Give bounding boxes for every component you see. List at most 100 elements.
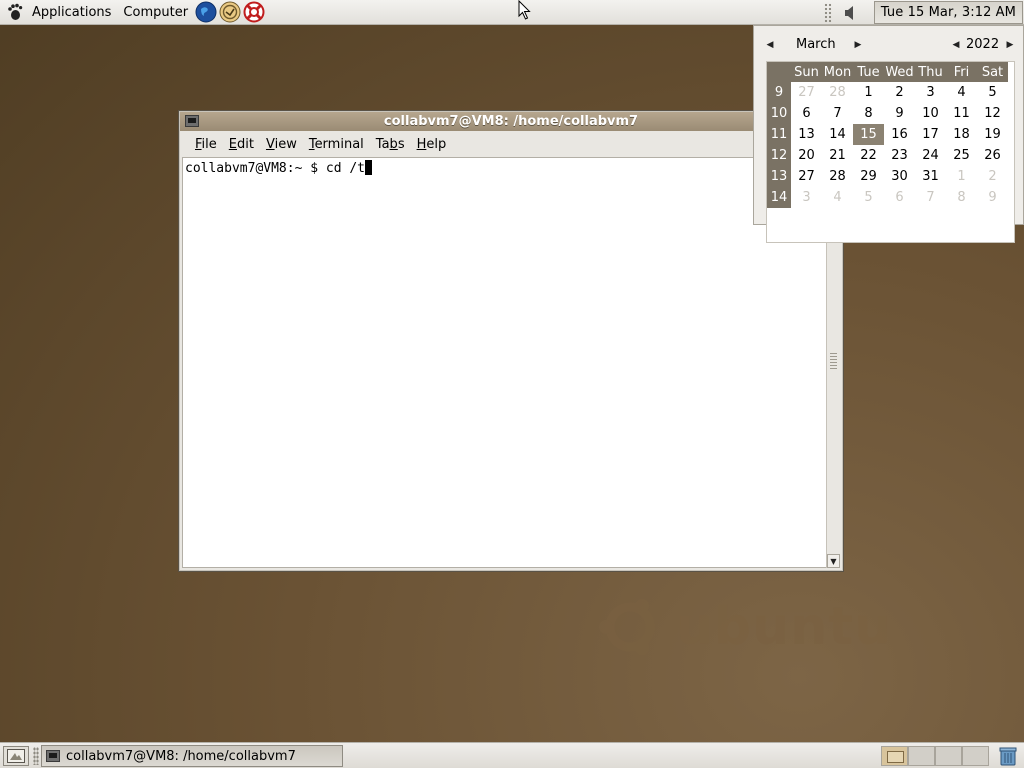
help-launcher[interactable]: [243, 1, 265, 23]
calendar-day-other-month[interactable]: 9: [977, 187, 1008, 208]
web-browser-launcher[interactable]: [195, 1, 217, 23]
calendar-day[interactable]: 11: [946, 103, 977, 124]
applications-menu[interactable]: Applications: [0, 0, 117, 25]
calendar-day[interactable]: 30: [884, 166, 915, 187]
show-desktop-icon: [7, 749, 25, 763]
calendar-day[interactable]: 27: [791, 166, 822, 187]
calendar-day-other-month[interactable]: 3: [791, 187, 822, 208]
calendar-day[interactable]: 2: [884, 82, 915, 103]
window-title: collabvm7@VM8: /home/collabvm7: [383, 114, 639, 129]
weekday-header-row: Sun Mon Tue Wed Thu Fri Sat: [767, 62, 1008, 82]
calendar-day[interactable]: 12: [977, 103, 1008, 124]
calendar-day[interactable]: 5: [977, 82, 1008, 103]
taskbar-button-label: collabvm7@VM8: /home/collabvm7: [66, 748, 296, 764]
gnome-foot-icon: [8, 3, 23, 20]
calendar-week-row: 11 13 14 15 16 17 18 19: [767, 124, 1008, 145]
terminal-icon: [46, 750, 60, 762]
calendar-day[interactable]: 18: [946, 124, 977, 145]
calendar-day-other-month[interactable]: 1: [946, 166, 977, 187]
top-panel-tray: Tue 15 Mar, 3:12 AM: [823, 0, 1024, 25]
workspace-4[interactable]: [962, 746, 989, 766]
weekday-header: Wed: [884, 62, 915, 82]
calendar-day[interactable]: 31: [915, 166, 946, 187]
calendar-day[interactable]: 16: [884, 124, 915, 145]
bottom-panel: collabvm7@VM8: /home/collabvm7: [0, 742, 1024, 768]
calendar-day[interactable]: 20: [791, 145, 822, 166]
scroll-down-arrow-icon[interactable]: ▼: [827, 554, 840, 568]
calendar-day-other-month[interactable]: 6: [884, 187, 915, 208]
calendar-day[interactable]: 24: [915, 145, 946, 166]
week-number: 12: [767, 145, 791, 166]
menu-view[interactable]: View: [260, 137, 303, 152]
calendar-day[interactable]: 4: [946, 82, 977, 103]
calendar-day-other-month[interactable]: 27: [791, 82, 822, 103]
calendar-body: 9 27 28 1 2 3 4 5 10 6 7 8 9 10 11 12 11 13 14 15 16 17 18 19 12…: [767, 82, 1008, 208]
calendar-day[interactable]: 19: [977, 124, 1008, 145]
calendar-day-other-month[interactable]: 8: [946, 187, 977, 208]
week-number: 14: [767, 187, 791, 208]
terminal-icon[interactable]: [185, 115, 199, 127]
panel-drag-handle[interactable]: [33, 747, 39, 765]
trash-icon[interactable]: [997, 745, 1019, 767]
show-desktop-button[interactable]: [3, 746, 29, 766]
calendar-day-other-month[interactable]: 7: [915, 187, 946, 208]
menu-terminal[interactable]: Terminal: [303, 137, 370, 152]
calendar-day[interactable]: 28: [822, 166, 853, 187]
calendar-header: ◀ March ▶ ◀ 2022 ▶: [762, 35, 1017, 55]
panel-drag-handle[interactable]: [823, 2, 832, 23]
calendar-day-other-month[interactable]: 28: [822, 82, 853, 103]
calendar-day[interactable]: 8: [853, 103, 884, 124]
workspace-switcher: [881, 746, 989, 766]
web-browser-icon: [195, 1, 217, 23]
computer-menu[interactable]: Computer: [117, 0, 194, 25]
calendar-day[interactable]: 15: [853, 124, 884, 145]
calendar-day[interactable]: 3: [915, 82, 946, 103]
calendar-day[interactable]: 14: [822, 124, 853, 145]
calendar-day[interactable]: 17: [915, 124, 946, 145]
weekday-header: Thu: [915, 62, 946, 82]
calendar-day[interactable]: 22: [853, 145, 884, 166]
calendar-day[interactable]: 21: [822, 145, 853, 166]
calendar-day[interactable]: 6: [791, 103, 822, 124]
calendar-popup: ◀ March ▶ ◀ 2022 ▶ Sun Mon Tue Wed Thu Fri Sat…: [753, 25, 1024, 243]
mouse-pointer-icon: [518, 0, 531, 20]
volume-icon[interactable]: [840, 2, 862, 24]
calendar-day-other-month[interactable]: 2: [977, 166, 1008, 187]
workspace-2[interactable]: [908, 746, 935, 766]
clock[interactable]: Tue 15 Mar, 3:12 AM: [873, 1, 1023, 24]
calendar-day[interactable]: 9: [884, 103, 915, 124]
workspace-3[interactable]: [935, 746, 962, 766]
calendar-day[interactable]: 13: [791, 124, 822, 145]
calendar-day[interactable]: 23: [884, 145, 915, 166]
ubuntu-wallpaper-logo: ubuntu: [596, 592, 926, 662]
calendar-day[interactable]: 1: [853, 82, 884, 103]
terminal-titlebar[interactable]: collabvm7@VM8: /home/collabvm7: [180, 112, 842, 131]
calendar-day[interactable]: 25: [946, 145, 977, 166]
calendar-day[interactable]: 29: [853, 166, 884, 187]
next-month-arrow-icon[interactable]: ▶: [852, 37, 864, 53]
applications-label: Applications: [32, 4, 112, 20]
next-year-arrow-icon[interactable]: ▶: [1004, 37, 1016, 53]
terminal-output[interactable]: collabvm7@VM8:~ $ cd /t: [182, 157, 827, 568]
menu-file[interactable]: File: [189, 137, 223, 152]
calendar-day[interactable]: 10: [915, 103, 946, 124]
menu-help[interactable]: Help: [411, 137, 453, 152]
prev-year-arrow-icon[interactable]: ◀: [950, 37, 962, 53]
taskbar-button-terminal[interactable]: collabvm7@VM8: /home/collabvm7: [41, 745, 343, 767]
email-launcher[interactable]: [219, 1, 241, 23]
calendar-day[interactable]: 7: [822, 103, 853, 124]
workspace-1[interactable]: [881, 746, 908, 766]
email-icon: [219, 1, 241, 23]
weekday-header: Sat: [977, 62, 1008, 82]
menu-tabs[interactable]: Tabs: [370, 137, 411, 152]
calendar-day-other-month[interactable]: 5: [853, 187, 884, 208]
week-number-header: [767, 62, 791, 82]
calendar-day[interactable]: 26: [977, 145, 1008, 166]
ubuntu-circle-of-friends-icon: [599, 599, 655, 655]
calendar-day-other-month[interactable]: 4: [822, 187, 853, 208]
terminal-window[interactable]: collabvm7@VM8: /home/collabvm7 File Edit…: [178, 110, 844, 572]
prev-month-arrow-icon[interactable]: ◀: [764, 37, 776, 53]
week-number: 13: [767, 166, 791, 187]
menu-edit[interactable]: Edit: [223, 137, 260, 152]
scrollbar-grip[interactable]: [830, 353, 837, 371]
